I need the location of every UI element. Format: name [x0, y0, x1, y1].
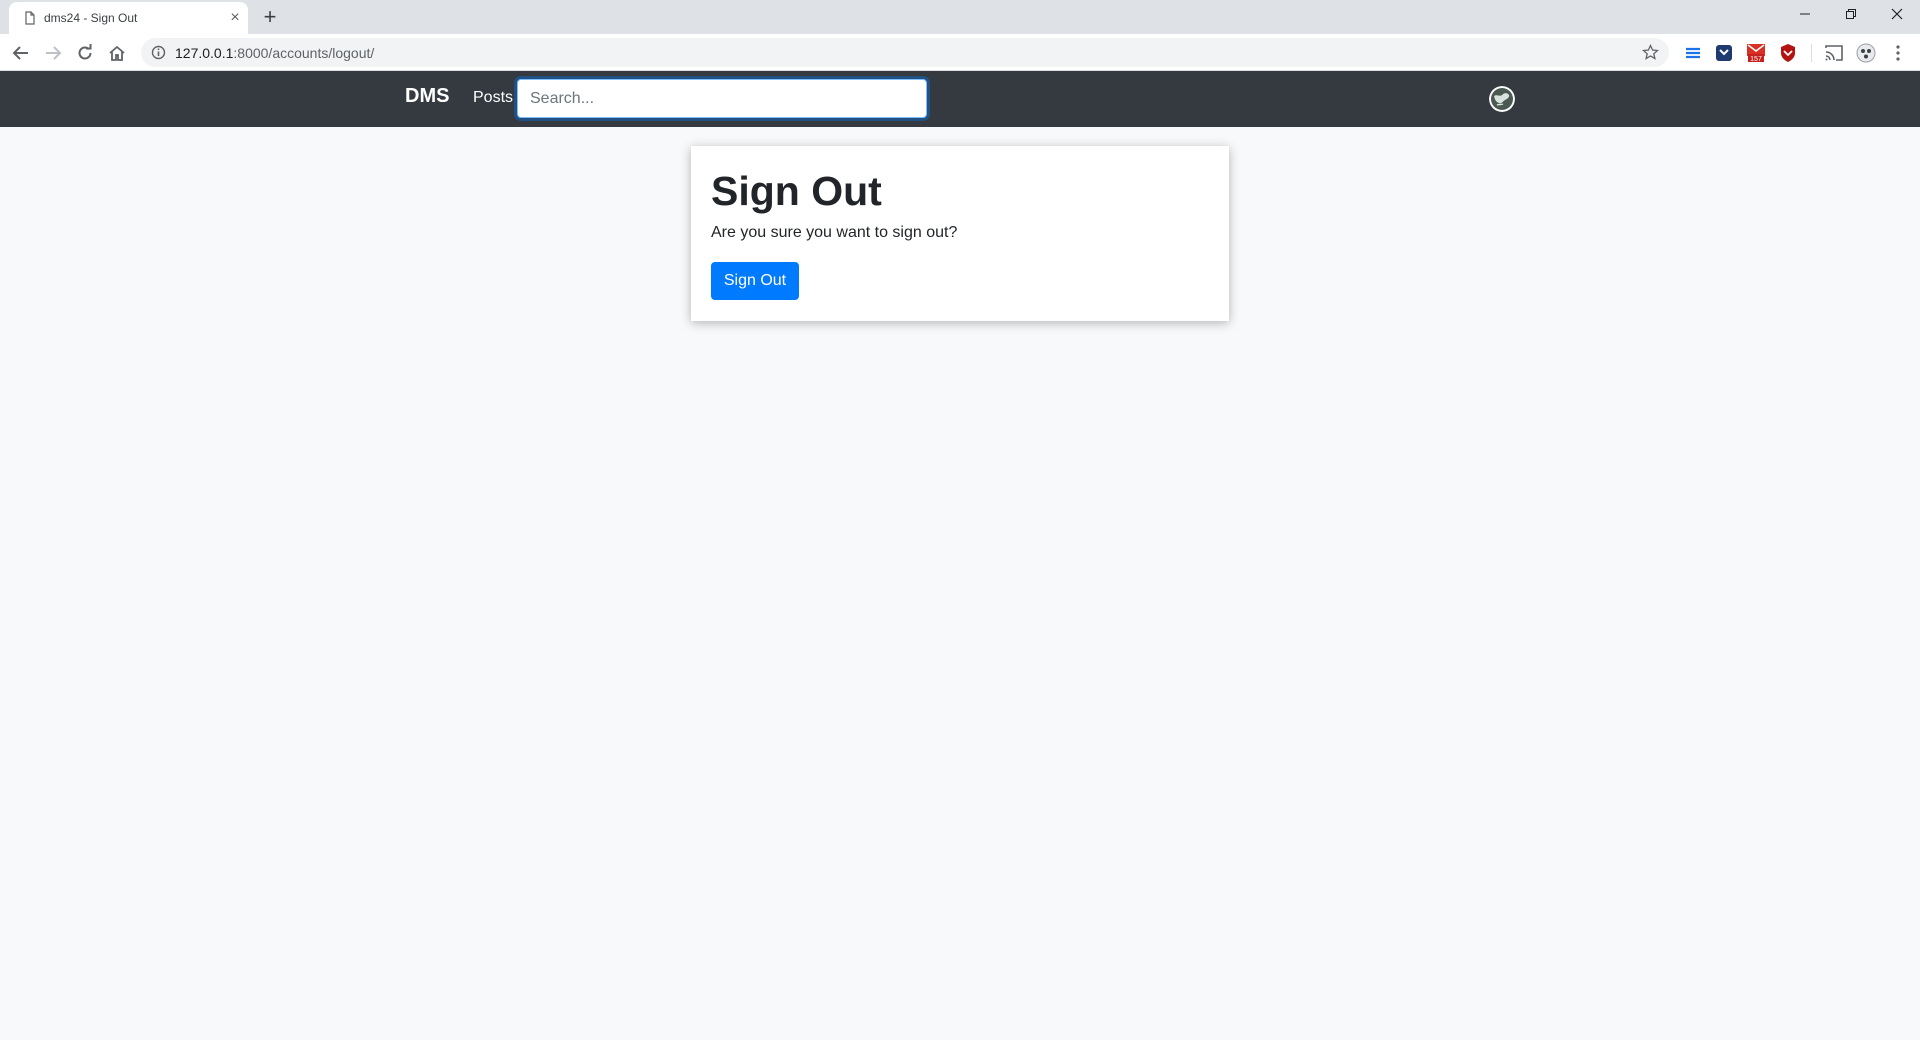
arrow-left-icon	[12, 46, 28, 60]
bookmark-star-icon[interactable]	[1642, 44, 1659, 61]
close-window-button[interactable]	[1874, 0, 1920, 30]
browser-toolbar: 127.0.0.1:8000/accounts/logout/ 157	[0, 34, 1920, 71]
document-icon	[25, 11, 35, 25]
sign-out-card: Sign Out Are you sure you want to sign o…	[691, 146, 1229, 321]
stacks-extension-icon[interactable]	[1683, 43, 1703, 63]
address-bar[interactable]: 127.0.0.1:8000/accounts/logout/	[141, 38, 1669, 67]
home-button[interactable]	[104, 40, 130, 66]
toolbar-separator	[1811, 44, 1812, 62]
nav-link-posts[interactable]: Posts	[473, 89, 513, 107]
home-icon	[109, 45, 125, 61]
reload-button[interactable]	[72, 40, 98, 66]
browser-tab[interactable]: dms24 - Sign Out ×	[9, 2, 248, 34]
info-icon	[151, 45, 166, 60]
globe-avatar-icon	[1489, 86, 1515, 112]
forward-button[interactable]	[40, 40, 66, 66]
browser-tab-strip: dms24 - Sign Out × +	[0, 0, 1920, 34]
profile-avatar-icon[interactable]	[1856, 43, 1876, 63]
gmail-badge-count: 157	[1750, 56, 1762, 63]
minimize-icon	[1800, 13, 1810, 15]
pocket-extension-icon[interactable]	[1714, 43, 1734, 63]
gmail-extension-icon[interactable]: 157	[1746, 43, 1766, 63]
reload-icon	[78, 44, 92, 60]
arrow-right-icon	[46, 46, 62, 60]
user-avatar[interactable]	[1489, 86, 1515, 112]
sign-out-button[interactable]: Sign Out	[711, 262, 799, 300]
close-tab-icon[interactable]: ×	[227, 10, 243, 26]
chrome-menu-icon[interactable]	[1888, 43, 1908, 63]
site-navbar: DMS Posts	[0, 71, 1920, 127]
restore-button[interactable]	[1828, 0, 1874, 30]
tab-title: dms24 - Sign Out	[44, 11, 138, 25]
url-text[interactable]: 127.0.0.1:8000/accounts/logout/	[175, 45, 374, 61]
close-icon	[1891, 8, 1903, 20]
minimize-button[interactable]	[1782, 0, 1828, 30]
page-title: Sign Out	[711, 168, 882, 214]
cast-icon[interactable]	[1824, 43, 1844, 63]
confirmation-message: Are you sure you want to sign out?	[711, 224, 958, 241]
back-button[interactable]	[8, 40, 34, 66]
brand-logo[interactable]: DMS	[405, 85, 449, 108]
restore-icon	[1846, 9, 1856, 19]
new-tab-button[interactable]: +	[258, 6, 282, 30]
shield-extension-icon[interactable]	[1778, 43, 1798, 63]
search-input[interactable]	[517, 79, 927, 118]
